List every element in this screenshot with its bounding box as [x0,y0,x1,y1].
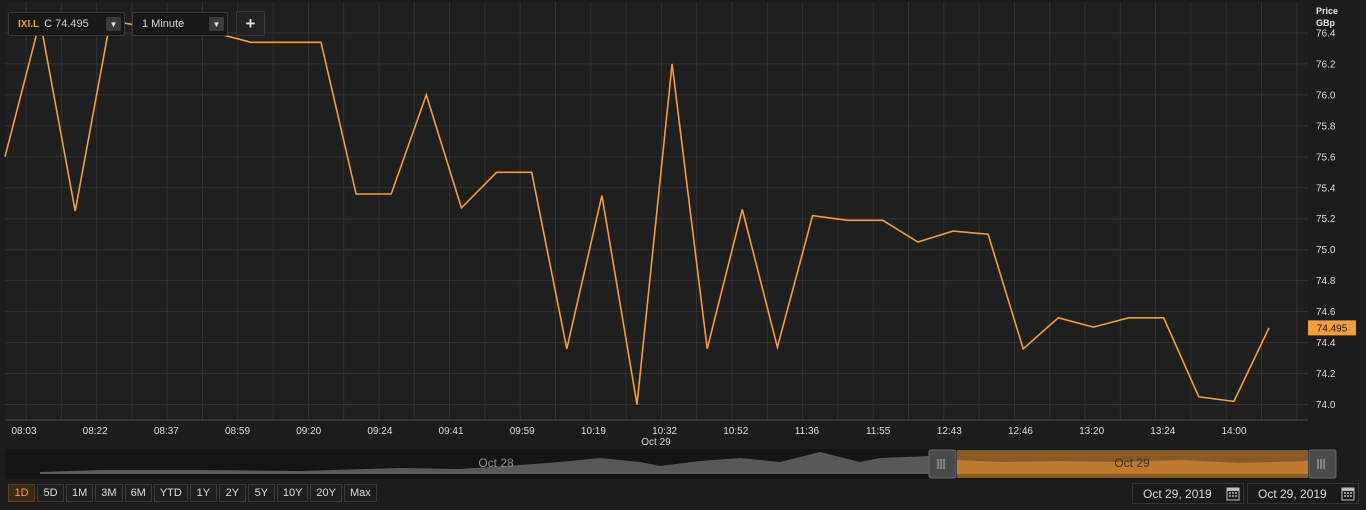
symbol-selector[interactable]: IXI.L C 74.495 ▼ [8,12,125,36]
navigator-handle-right[interactable] [1308,449,1337,479]
interval-selector[interactable]: 1 Minute ▼ [132,12,228,36]
x-tick-label: 08:03 [11,426,36,437]
date-from-value: Oct 29, 2019 [1143,486,1212,501]
y-tick-label: 75.0 [1316,245,1336,256]
range-button-3m[interactable]: 3M [95,484,123,502]
y-tick-label: 74.0 [1316,400,1336,411]
y-tick-label: 74.4 [1316,338,1336,349]
range-button-1y[interactable]: 1Y [189,484,217,502]
range-button-5y[interactable]: 5Y [247,484,275,502]
y-tick-label: 74.6 [1316,307,1336,318]
range-button-10y[interactable]: 10Y [276,484,309,502]
y-tick-label: 75.2 [1316,214,1336,225]
x-date-label: Oct 29 [641,437,671,448]
triangle-down-icon[interactable]: ▼ [209,17,224,31]
x-axis: 08:03 08:22 08:37 08:59 09:20 09:24 09:41 09:59… [11,426,1246,437]
x-tick-label: 12:43 [937,426,962,437]
x-tick-label: 11:55 [866,426,891,437]
x-tick-label: 13:20 [1079,426,1104,437]
navigator-label-right: Oct 29 [1114,456,1150,470]
y-tick-label: 75.6 [1316,152,1336,163]
last-price-marker: 74.495 [1308,320,1356,336]
x-tick-label: 10:52 [723,426,748,437]
range-button-bar: 1D 5D 1M 3M 6M YTD 1Y 2Y 5Y 10Y 20Y Max [8,484,377,502]
navigator-label-left: Oct 28 [478,456,514,470]
close-price-label: C 74.495 [44,18,89,30]
range-button-ytd[interactable]: YTD [153,484,188,502]
x-tick-label: 10:19 [581,426,606,437]
x-tick-label: 09:41 [439,426,464,437]
range-button-20y[interactable]: 20Y [310,484,342,502]
calendar-icon[interactable] [1341,486,1355,501]
x-tick-label: 08:59 [225,426,250,437]
range-button-max[interactable]: Max [344,484,377,502]
add-button[interactable]: + [236,11,265,36]
x-tick-label: 13:24 [1150,426,1175,437]
unit-line-currency: GBp [1316,18,1335,28]
x-tick-label: 09:24 [367,426,392,437]
range-button-5d[interactable]: 5D [37,484,64,502]
navigator-handle-left[interactable] [928,449,957,479]
triangle-down-icon[interactable]: ▼ [106,17,121,31]
y-tick-label: 76.0 [1316,90,1336,101]
symbol-label: IXI.L [18,18,40,30]
date-to-field[interactable]: Oct 29, 2019 [1247,483,1359,504]
y-tick-label: 75.4 [1316,183,1336,194]
y-tick-label: 75.8 [1316,121,1336,132]
unit-line-price: Price [1316,6,1339,16]
calendar-icon[interactable] [1226,486,1240,501]
x-tick-label: 09:20 [296,426,321,437]
x-tick-label: 08:37 [154,426,179,437]
y-axis: 74.0 74.2 74.4 74.6 74.8 75.0 75.2 75.4 75.6 75.8… [1316,28,1336,411]
y-tick-label: 74.8 [1316,276,1336,287]
x-tick-label: 12:46 [1008,426,1033,437]
last-price-label: 74.495 [1317,323,1348,334]
range-button-1d[interactable]: 1D [8,484,35,502]
range-button-6m[interactable]: 6M [124,484,152,502]
price-chart[interactable]: 74.0 74.2 74.4 74.6 74.8 75.0 75.2 75.4 75.6 75.8… [0,0,1366,510]
x-tick-label: 10:32 [652,426,677,437]
range-button-2y[interactable]: 2Y [218,484,246,502]
interval-label: 1 Minute [142,18,185,30]
x-tick-label: 11:36 [795,426,820,437]
y-tick-label: 76.2 [1316,59,1336,70]
y-tick-label: 76.4 [1316,28,1336,39]
range-button-1m[interactable]: 1M [66,484,94,502]
date-to-value: Oct 29, 2019 [1258,486,1327,501]
x-tick-label: 14:00 [1221,426,1246,437]
x-tick-label: 08:22 [83,426,108,437]
x-tick-label: 09:59 [510,426,535,437]
y-tick-label: 74.2 [1316,369,1336,380]
date-from-field[interactable]: Oct 29, 2019 [1132,483,1244,504]
price-axis-unit: Price GBp [1316,5,1338,29]
